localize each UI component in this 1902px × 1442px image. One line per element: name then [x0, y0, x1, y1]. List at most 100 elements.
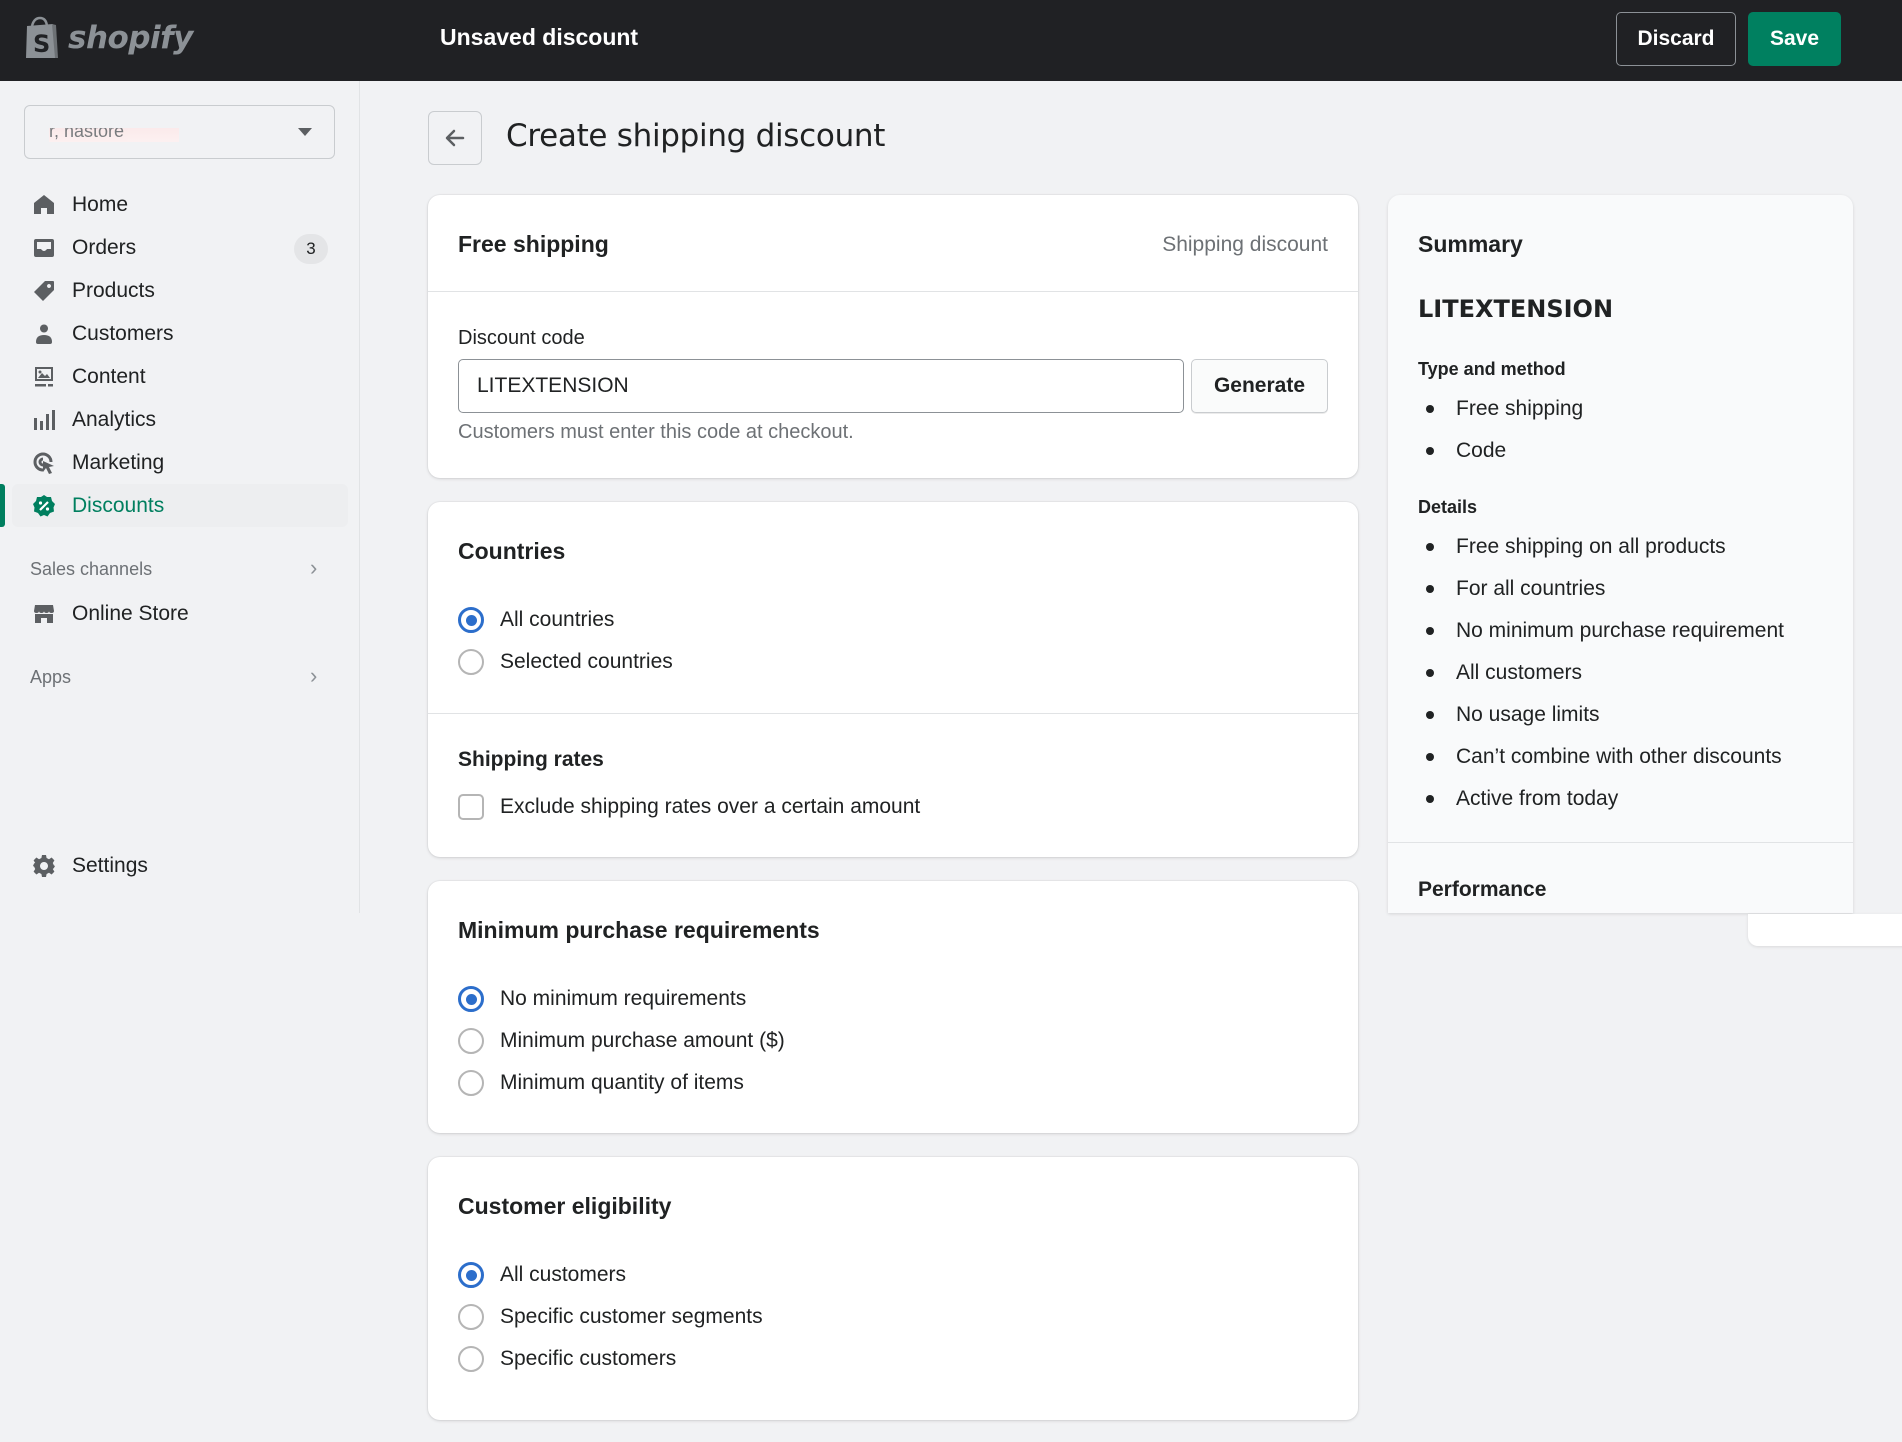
option-label: Specific customer segments: [500, 1305, 763, 1328]
radio-selected-countries[interactable]: Selected countries: [458, 647, 673, 677]
orders-icon: [32, 236, 56, 260]
shopping-bag-icon: S: [26, 16, 58, 58]
chevron-right-icon[interactable]: ›: [310, 663, 317, 689]
discount-type-label: Shipping discount: [1162, 233, 1328, 256]
option-label: No minimum requirements: [500, 987, 747, 1010]
sidebar-item-label: Discounts: [72, 493, 165, 517]
checkbox[interactable]: [458, 794, 484, 820]
orders-count-badge: 3: [294, 234, 328, 264]
sidebar-item-settings[interactable]: Settings: [0, 844, 360, 887]
sidebar-item-label: Analytics: [72, 407, 157, 431]
discard-button[interactable]: Discard: [1616, 12, 1736, 66]
sidebar-item-label: Orders: [72, 235, 137, 259]
performance-heading: Performance: [1418, 878, 1547, 901]
image-icon: [32, 365, 56, 389]
back-button[interactable]: [428, 111, 482, 165]
chevron-right-icon[interactable]: ›: [310, 555, 317, 581]
radio-min-amount[interactable]: Minimum purchase amount ($): [458, 1026, 785, 1056]
svg-text:S: S: [33, 30, 50, 58]
summary-code: LITEXTENSION: [1418, 295, 1614, 323]
sidebar-item-label: Settings: [72, 853, 148, 877]
sidebar-item-online-store[interactable]: Online Store: [0, 592, 360, 635]
countries-card: Countries All countries Selected countri…: [428, 502, 1358, 857]
option-label: All customers: [500, 1263, 627, 1286]
radio-min-quantity[interactable]: Minimum quantity of items: [458, 1068, 744, 1098]
radio-button-selected[interactable]: [458, 607, 484, 633]
sidebar-item-home[interactable]: Home: [0, 183, 360, 226]
discount-code-help-text: Customers must enter this code at checko…: [458, 421, 854, 443]
store-selector[interactable]: r, nastore: [24, 105, 335, 159]
sidebar-item-marketing[interactable]: Marketing: [0, 441, 360, 484]
radio-button[interactable]: [458, 649, 484, 675]
apps-heading[interactable]: Apps: [30, 667, 71, 688]
radio-button[interactable]: [458, 1346, 484, 1372]
sidebar-item-label: Marketing: [72, 450, 165, 474]
generate-button[interactable]: Generate: [1191, 359, 1328, 413]
summary-title: Summary: [1418, 231, 1523, 257]
sidebar-item-products[interactable]: Products: [0, 269, 360, 312]
list-item: All customers: [1418, 652, 1784, 694]
active-indicator: [0, 484, 5, 527]
list-item: Active from today: [1418, 778, 1784, 820]
radio-button[interactable]: [458, 1304, 484, 1330]
option-label: Minimum purchase amount ($): [500, 1029, 785, 1052]
home-icon: [32, 193, 56, 217]
shipping-rates-heading: Shipping rates: [458, 748, 604, 771]
arrow-left-icon: [445, 129, 465, 147]
discount-code-card: Free shipping Shipping discount Discount…: [428, 195, 1358, 478]
list-item: Free shipping: [1418, 388, 1583, 430]
type-list: Free shipping Code: [1418, 388, 1583, 472]
caret-down-icon: [298, 128, 312, 136]
radio-customer-segments[interactable]: Specific customer segments: [458, 1302, 763, 1332]
radio-all-countries[interactable]: All countries: [458, 605, 614, 635]
card-title: Customer eligibility: [458, 1193, 672, 1219]
page-title: Create shipping discount: [506, 118, 886, 154]
card-title: Minimum purchase requirements: [458, 917, 820, 943]
radio-button[interactable]: [458, 1070, 484, 1096]
details-heading: Details: [1418, 497, 1478, 517]
radio-button-selected[interactable]: [458, 1262, 484, 1288]
radio-all-customers[interactable]: All customers: [458, 1260, 626, 1290]
sidebar-item-customers[interactable]: Customers: [0, 312, 360, 355]
minimum-requirements-card: Minimum purchase requirements No minimum…: [428, 881, 1358, 1133]
store-icon: [32, 602, 56, 626]
store-name: r, nastore: [49, 128, 179, 142]
option-label: Specific customers: [500, 1347, 677, 1370]
sidebar-item-content[interactable]: Content: [0, 355, 360, 398]
divider: [1388, 842, 1853, 843]
sidebar-item-label: Customers: [72, 321, 174, 345]
discount-code-input[interactable]: [458, 359, 1184, 413]
discount-icon: [32, 494, 56, 518]
option-label: Exclude shipping rates over a certain am…: [500, 795, 921, 818]
exclude-rates-checkbox-row[interactable]: Exclude shipping rates over a certain am…: [458, 792, 920, 822]
sidebar-item-analytics[interactable]: Analytics: [0, 398, 360, 441]
card-title: Free shipping: [458, 231, 609, 257]
option-label: Minimum quantity of items: [500, 1071, 744, 1094]
sidebar-item-orders[interactable]: Orders 3: [0, 226, 360, 269]
shopify-logo[interactable]: S shopify: [24, 16, 193, 60]
sidebar-item-label: Home: [72, 192, 129, 216]
option-label: All countries: [500, 608, 615, 631]
details-list: Free shipping on all products For all co…: [1418, 526, 1784, 820]
radio-button-selected[interactable]: [458, 986, 484, 1012]
target-icon: [32, 451, 56, 475]
type-and-method-heading: Type and method: [1418, 359, 1566, 379]
save-button[interactable]: Save: [1748, 12, 1841, 66]
sales-channels-heading[interactable]: Sales channels: [30, 559, 152, 580]
radio-specific-customers[interactable]: Specific customers: [458, 1344, 676, 1374]
sidebar: r, nastore Home Orders 3 Products Custom…: [0, 81, 360, 913]
radio-button[interactable]: [458, 1028, 484, 1054]
option-label: Selected countries: [500, 650, 673, 673]
discount-code-label: Discount code: [458, 327, 585, 349]
tag-icon: [32, 279, 56, 303]
divider: [428, 291, 1358, 292]
radio-no-minimum[interactable]: No minimum requirements: [458, 984, 746, 1014]
main-nav: Home Orders 3 Products Customers Content…: [0, 183, 360, 527]
customer-eligibility-card: Customer eligibility All customers Speci…: [428, 1157, 1358, 1420]
sidebar-item-label: Content: [72, 364, 146, 388]
divider: [428, 713, 1358, 714]
gear-icon: [32, 854, 56, 878]
sidebar-item-discounts[interactable]: Discounts: [0, 484, 348, 527]
list-item: Can’t combine with other discounts: [1418, 736, 1784, 778]
list-item: Free shipping on all products: [1418, 526, 1784, 568]
